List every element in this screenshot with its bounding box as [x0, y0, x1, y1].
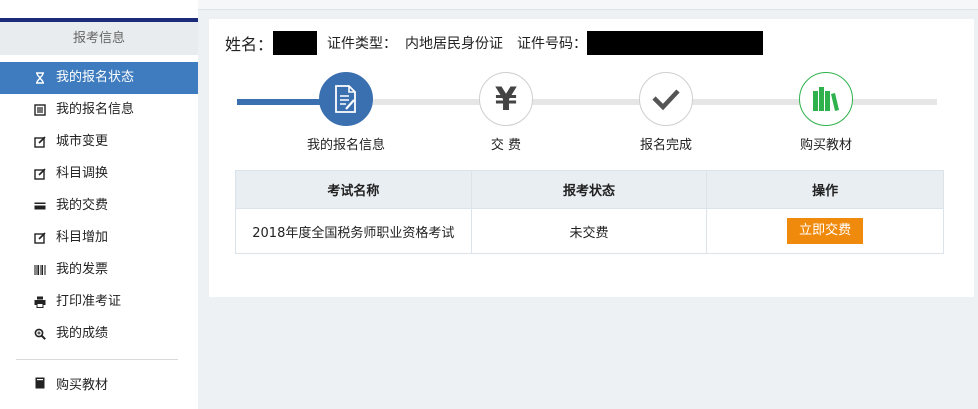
sidebar: 报考信息 我的报名状态 我的报名信息 城市变更 科目调换 我的交费 科目增加 我…: [0, 0, 198, 409]
table-header-row: 考试名称 报考状态 操作: [235, 170, 944, 209]
step-complete: 报名完成: [606, 72, 726, 153]
sidebar-menu: 我的报名状态 我的报名信息 城市变更 科目调换 我的交费 科目增加 我的发票 打…: [0, 62, 198, 350]
hourglass-icon: [34, 72, 46, 84]
book-icon: [34, 377, 46, 389]
main-panel: 姓名： 证件类型： 内地居民身份证 证件号码： 我的报名信息 ¥ 交 费 报名完…: [209, 19, 974, 297]
step-payment: ¥ 交 费: [446, 72, 566, 153]
yen-icon: ¥: [479, 72, 533, 126]
sidebar-item-subject-add[interactable]: 科目增加: [0, 222, 198, 254]
name-redaction: [273, 31, 318, 55]
edit-icon: [34, 232, 46, 244]
exam-name-cell: 2018年度全国税务师职业资格考试: [235, 208, 472, 254]
edit-icon: [34, 136, 46, 148]
id-number-redaction: [587, 31, 764, 55]
column-header-exam-name: 考试名称: [235, 170, 472, 209]
sidebar-item-registration-status[interactable]: 我的报名状态: [0, 62, 198, 94]
sidebar-item-label: 科目增加: [56, 230, 109, 245]
books-icon: [799, 72, 853, 126]
barcode-icon: [34, 264, 46, 276]
sidebar-divider: [16, 359, 178, 360]
sidebar-item-label: 我的交费: [56, 198, 109, 213]
exam-table: 考试名称 报考状态 操作 2018年度全国税务师职业资格考试 未交费 立即交费: [235, 170, 944, 254]
sidebar-item-label: 科目调换: [56, 166, 109, 181]
column-header-action: 操作: [706, 170, 944, 209]
pay-now-button[interactable]: 立即交费: [787, 218, 864, 244]
sidebar-item-subject-swap[interactable]: 科目调换: [0, 158, 198, 190]
document-edit-icon: [319, 72, 373, 126]
sidebar-item-city-change[interactable]: 城市变更: [0, 126, 198, 158]
step-label: 我的报名信息: [306, 138, 385, 153]
step-registration-info: 我的报名信息: [286, 72, 406, 153]
sidebar-item-label: 我的发票: [56, 262, 109, 277]
step-buy-textbook: 购买教材: [766, 72, 886, 153]
step-label: 购买教材: [799, 138, 852, 153]
sidebar-item-label: 打印准考证: [56, 294, 122, 309]
zoom-icon: [34, 328, 46, 340]
id-number-label: 证件号码：: [517, 36, 588, 52]
id-type-value: 内地居民身份证: [405, 36, 504, 52]
step-label: 交 费: [490, 138, 522, 153]
edit-icon: [34, 168, 46, 180]
user-info-line: 姓名： 证件类型： 内地居民身份证 证件号码：: [225, 31, 764, 55]
checkmark-icon: [639, 72, 693, 126]
table-row: 2018年度全国税务师职业资格考试 未交费 立即交费: [235, 208, 944, 254]
step-label: 报名完成: [639, 138, 692, 153]
sidebar-item-label: 城市变更: [56, 134, 109, 149]
sidebar-item-label: 购买教材: [56, 377, 109, 393]
sidebar-item-registration-info[interactable]: 我的报名信息: [0, 94, 198, 126]
sidebar-item-my-payment[interactable]: 我的交费: [0, 190, 198, 222]
sidebar-item-my-invoice[interactable]: 我的发票: [0, 254, 198, 286]
credit-card-icon: [34, 200, 46, 212]
column-header-status: 报考状态: [470, 170, 708, 209]
action-cell: 立即交费: [706, 208, 944, 254]
sidebar-header: 报考信息: [0, 22, 198, 55]
sidebar-item-label: 我的报名状态: [56, 70, 135, 85]
sidebar-item-print-admission[interactable]: 打印准考证: [0, 286, 198, 318]
printer-icon: [34, 296, 46, 308]
id-type-label: 证件类型：: [327, 36, 398, 52]
list-icon: [34, 104, 46, 116]
status-cell: 未交费: [470, 208, 708, 254]
sidebar-item-label: 我的成绩: [56, 326, 109, 341]
sidebar-item-buy-textbook[interactable]: 购买教材: [0, 367, 198, 399]
sidebar-item-my-scores[interactable]: 我的成绩: [0, 318, 198, 350]
name-label: 姓名：: [225, 35, 274, 54]
sidebar-item-label: 我的报名信息: [56, 102, 135, 117]
